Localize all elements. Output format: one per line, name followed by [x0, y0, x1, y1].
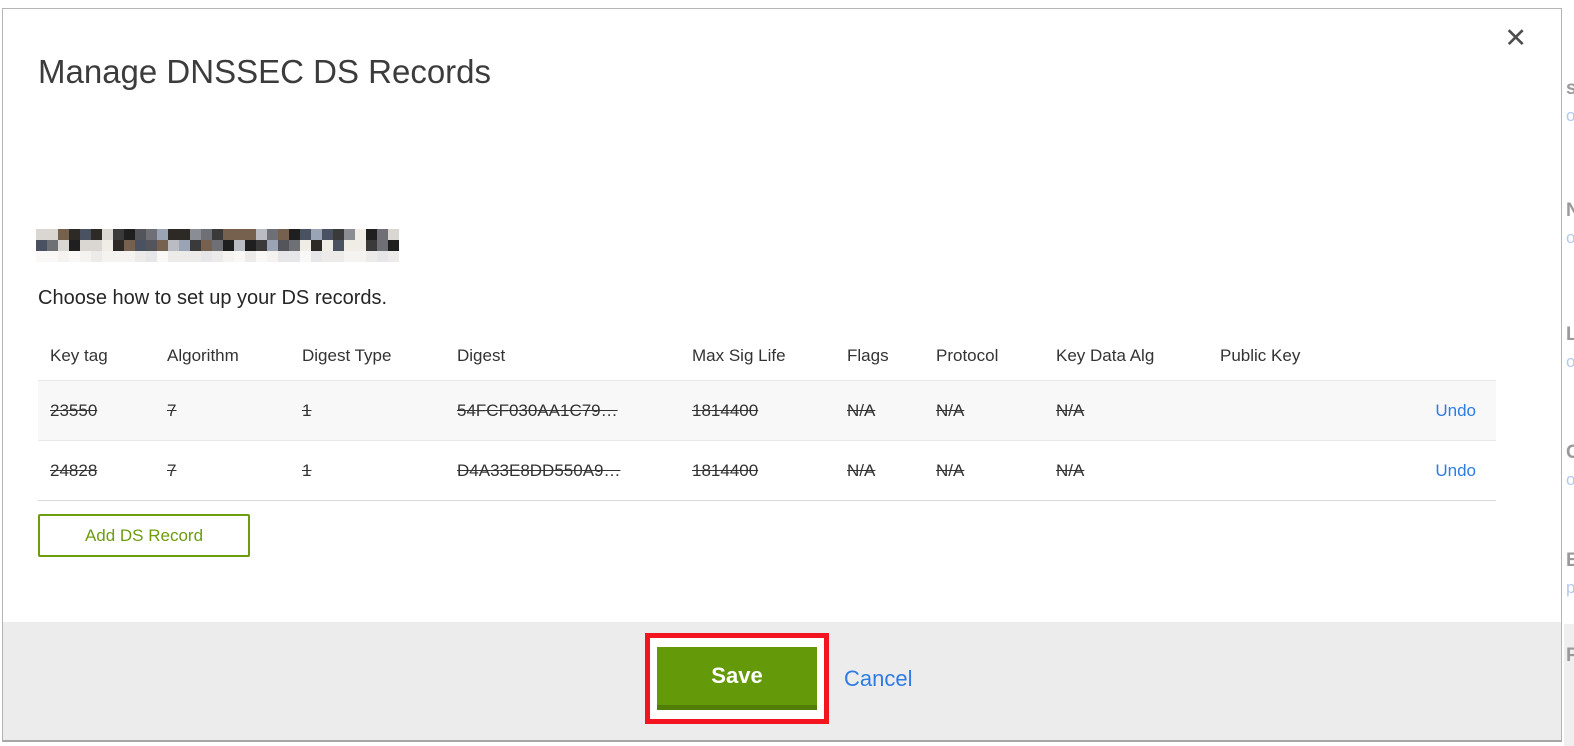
background-page-fragment: N [1566, 200, 1574, 221]
column-header-key-data-alg: Key Data Alg [1056, 345, 1155, 365]
cell-action: Undo [1358, 461, 1496, 481]
cell-algorithm: 7 [167, 460, 177, 480]
cell-key_data_alg: N/A [1056, 460, 1085, 480]
cell-key_tag: 23550 [50, 400, 98, 420]
background-page-fragment: E [1566, 550, 1574, 571]
footer-controls: Save Cancel [645, 633, 912, 724]
cell-action: Undo [1358, 401, 1496, 421]
undo-link[interactable]: Undo [1435, 401, 1476, 420]
column-header-algorithm: Algorithm [167, 345, 239, 365]
column-header-digest: Digest [457, 345, 506, 365]
cell-protocol: N/A [936, 400, 965, 420]
background-page-fragment: s [1566, 78, 1574, 99]
background-page-fragment: C [1566, 442, 1574, 463]
annotation-highlight-box: Save [645, 633, 829, 724]
column-header-digest-type: Digest Type [302, 345, 392, 365]
cell-flags: N/A [847, 460, 876, 480]
cell-flags: N/A [847, 400, 876, 420]
cell-digest_type: 1 [302, 460, 312, 480]
background-page-fragment: L [1566, 324, 1574, 345]
background-page-footer [1564, 624, 1574, 746]
ds-records-table: Key tag Algorithm Digest Type Digest Max Sig… [38, 331, 1496, 501]
manage-dnssec-dialog: Manage DNSSEC DS Records ✕ Choose how to… [2, 8, 1562, 742]
column-header-public-key: Public Key [1220, 345, 1301, 365]
cancel-link[interactable]: Cancel [844, 666, 912, 692]
save-button[interactable]: Save [657, 647, 817, 710]
undo-link[interactable]: Undo [1435, 461, 1476, 480]
instruction-text: Choose how to set up your DS records. [38, 287, 388, 309]
background-page-fragment: o [1566, 106, 1574, 125]
background-page-strip: soNoLoCoEpP [1564, 0, 1574, 746]
cell-key_tag: 24828 [50, 460, 98, 480]
column-header-key-tag: Key tag [50, 345, 108, 365]
background-page-fragment: p [1566, 578, 1574, 597]
dialog-footer: Save Cancel [3, 622, 1561, 740]
cell-key_data_alg: N/A [1056, 400, 1085, 420]
column-header-max-sig-life: Max Sig Life [692, 345, 786, 365]
cell-algorithm: 7 [167, 400, 177, 420]
column-header-flags: Flags [847, 345, 889, 365]
background-page-fragment: P [1566, 645, 1574, 666]
table-body: 23550 7 1 54FCF030AA1C79… 1814400 N/A N/A N/A Un… [38, 380, 1496, 501]
cell-digest: D4A33E8DD550A9… [457, 460, 621, 480]
cell-digest: 54FCF030AA1C79… [457, 400, 618, 420]
table-row: 24828 7 1 D4A33E8DD550A9… 1814400 N/A N/A N/A Un… [38, 440, 1496, 500]
background-page-fragment: o [1566, 352, 1574, 371]
cell-max_sig_life: 1814400 [692, 460, 759, 480]
table-row: 23550 7 1 54FCF030AA1C79… 1814400 N/A N/A N/A Un… [38, 380, 1496, 440]
column-header-protocol: Protocol [936, 345, 999, 365]
cell-protocol: N/A [936, 460, 965, 480]
background-page-fragment: o [1566, 470, 1574, 489]
cell-digest_type: 1 [302, 400, 312, 420]
add-ds-record-button[interactable]: Add DS Record [38, 514, 250, 557]
redacted-domain [36, 229, 399, 262]
page-title: Manage DNSSEC DS Records [38, 53, 492, 91]
background-page-fragment: o [1566, 228, 1574, 247]
cell-max_sig_life: 1814400 [692, 400, 759, 420]
table-header-row: Key tag Algorithm Digest Type Digest Max Sig… [38, 331, 1496, 380]
close-icon[interactable]: ✕ [1504, 25, 1527, 52]
